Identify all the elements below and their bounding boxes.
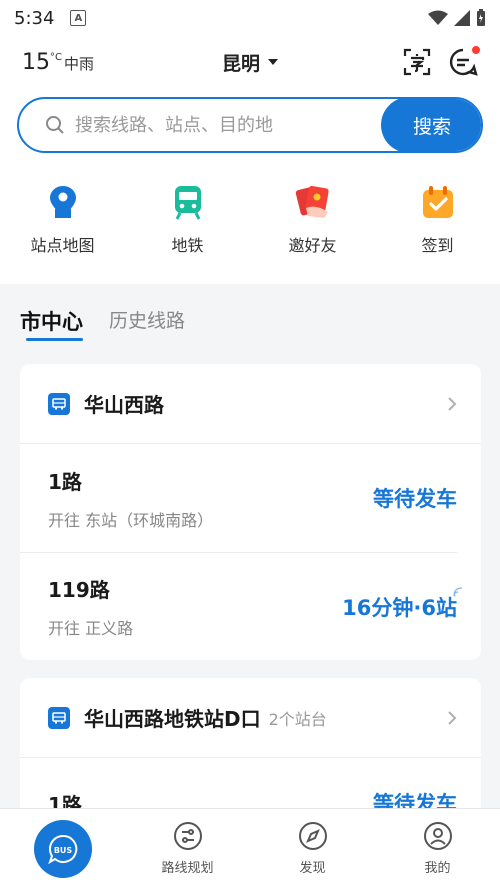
temperature: 15: [22, 49, 50, 75]
quick-item-stop-map[interactable]: 站点地图: [0, 162, 125, 284]
nav-bus[interactable]: BUS: [0, 809, 125, 888]
route-row[interactable]: 119路 开往 正义路 16分钟·6站: [20, 552, 463, 660]
nav-route-planning[interactable]: 路线规划: [125, 809, 250, 888]
status-indicators: [428, 9, 486, 27]
route-number: 1路: [48, 469, 82, 494]
bus-icon: BUS: [33, 819, 92, 878]
chevron-right-icon: [448, 396, 457, 411]
bottom-nav: BUS 路线规划 发现 我的: [0, 808, 500, 888]
route-plan-icon: [173, 822, 202, 850]
battery-icon: [477, 9, 485, 26]
route-info: 1路 开往 东站（环城南路）: [48, 466, 213, 531]
city-selector[interactable]: 昆明: [221, 49, 279, 76]
station-header[interactable]: 华山西路: [20, 364, 481, 444]
station-name: 华山西路: [84, 393, 164, 417]
search-button[interactable]: 搜索: [381, 99, 481, 151]
caret-down-icon: [268, 59, 279, 65]
red-envelope-icon: [293, 182, 333, 222]
search-area: 搜索: [0, 88, 500, 162]
temperature-unit: °C: [50, 51, 62, 63]
station-tabs: 市中心 历史线路: [0, 300, 500, 350]
quick-label: 邀好友: [288, 236, 337, 255]
realtime-signal-icon: [453, 587, 463, 597]
app-notification-icon: A: [70, 10, 87, 26]
text-recognition-button[interactable]: [402, 47, 432, 77]
platform-count: 2个站台: [268, 709, 327, 729]
route-direction: 开往 正义路: [48, 619, 134, 638]
profile-icon: [423, 822, 452, 850]
station-header[interactable]: 华山西路地铁站D口 2个站台: [20, 678, 481, 758]
quick-item-subway[interactable]: 地铁: [125, 162, 250, 284]
calendar-check-icon: [418, 182, 458, 222]
nav-profile[interactable]: 我的: [375, 809, 500, 888]
quick-actions: 站点地图 地铁 邀好友 签到: [0, 162, 500, 284]
route-status: 16分钟·6站: [342, 595, 457, 620]
search-icon: [46, 116, 64, 134]
compass-icon: [298, 822, 327, 850]
subway-icon: [168, 182, 208, 222]
quick-label: 签到: [421, 236, 454, 255]
quick-label: 站点地图: [30, 236, 95, 255]
nav-label: 发现: [299, 861, 326, 876]
quick-item-invite[interactable]: 邀好友: [250, 162, 375, 284]
nav-label: 我的: [424, 861, 451, 876]
tab-history-routes[interactable]: 历史线路: [109, 300, 185, 333]
status-time: 5:34: [14, 7, 55, 29]
search-box: 搜索: [17, 97, 483, 153]
bus-badge-text: BUS: [53, 846, 72, 855]
station-card: 华山西路地铁站D口 2个站台 1路 等待发车: [20, 678, 481, 818]
weather-widget[interactable]: 15 °C 中雨: [22, 50, 94, 75]
tab-city-center[interactable]: 市中心: [20, 300, 83, 341]
map-pin-icon: [43, 182, 83, 222]
bus-stop-icon: [48, 392, 70, 415]
station-name: 华山西路地铁站D口: [84, 707, 261, 731]
route-direction: 开往 东站（环城南路）: [48, 510, 214, 530]
nav-discover[interactable]: 发现: [250, 809, 375, 888]
status-bar: 5:34 A: [0, 0, 500, 36]
route-number: 119路: [48, 578, 110, 602]
header-actions: [402, 44, 482, 77]
quick-item-checkin[interactable]: 签到: [375, 162, 500, 284]
bus-stop-icon: [48, 706, 70, 729]
chevron-right-icon: [448, 710, 457, 725]
cell-signal-icon: [454, 10, 470, 26]
route-status: 等待发车: [373, 487, 457, 511]
route-row[interactable]: 1路 开往 东站（环城南路） 等待发车: [20, 444, 457, 552]
search-input[interactable]: [75, 114, 381, 136]
nav-label: 路线规划: [161, 861, 214, 876]
quick-label: 地铁: [171, 236, 204, 255]
city-name: 昆明: [221, 52, 261, 75]
scan-text-icon: [403, 48, 431, 76]
messages-button[interactable]: [448, 44, 482, 77]
top-header: 15 °C 中雨 昆明: [0, 36, 500, 88]
notification-dot: [470, 44, 482, 56]
route-info: 119路 开往 正义路: [48, 574, 133, 639]
station-card: 华山西路 1路 开往 东站（环城南路） 等待发车 119路 开往 正义路 16分…: [20, 364, 481, 660]
wifi-icon: [428, 10, 448, 25]
weather-description: 中雨: [63, 54, 94, 73]
